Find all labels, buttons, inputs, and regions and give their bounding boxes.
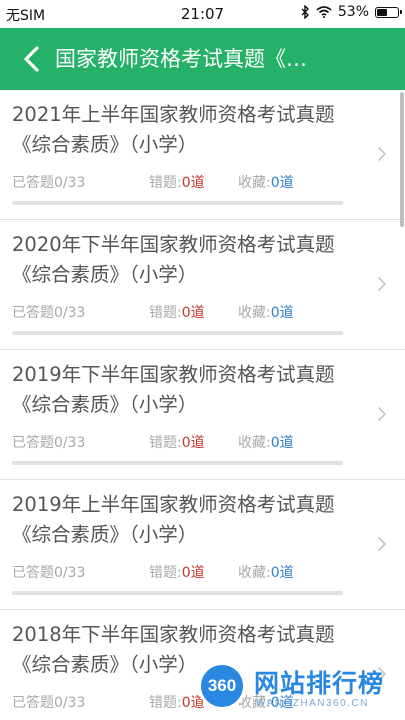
exam-list: 2021年上半年国家教师资格考试真题《综合素质》（小学） 已答题0/33 错题:… xyxy=(0,90,405,720)
favorite-count: 0道 xyxy=(270,175,294,191)
wrong-label: 错题: xyxy=(149,565,182,581)
chevron-right-icon xyxy=(378,147,386,161)
wrong-stat: 错题:0道 xyxy=(149,562,205,582)
list-item[interactable]: 2020年下半年国家教师资格考试真题《综合素质》（小学） 已答题0/33 错题:… xyxy=(0,220,405,350)
scrollbar[interactable] xyxy=(400,92,404,227)
item-title: 2019年上半年国家教师资格考试真题《综合素质》（小学） xyxy=(12,493,335,546)
wrong-label: 错题: xyxy=(149,305,182,321)
wrong-label: 错题: xyxy=(149,695,182,711)
item-title: 2021年上半年国家教师资格考试真题《综合素质》（小学） xyxy=(12,103,335,156)
nav-bar: 国家教师资格考试真题《… xyxy=(0,28,405,90)
list-item[interactable]: 2019年下半年国家教师资格考试真题《综合素质》（小学） 已答题0/33 错题:… xyxy=(0,350,405,480)
answered-count: 已答题0/33 xyxy=(12,175,86,191)
progress-bar xyxy=(12,591,343,595)
wrong-label: 错题: xyxy=(149,175,182,191)
battery-icon xyxy=(375,6,402,18)
chevron-right-icon xyxy=(378,407,386,421)
wrong-stat: 错题:0道 xyxy=(149,302,205,322)
wrong-count: 0道 xyxy=(181,175,205,191)
favorite-label: 收藏: xyxy=(238,565,271,581)
bluetooth-icon xyxy=(301,5,309,19)
page-title: 国家教师资格考试真题《… xyxy=(55,47,307,71)
favorite-stat: 收藏:0道 xyxy=(238,562,294,582)
item-title: 2020年下半年国家教师资格考试真题《综合素质》（小学） xyxy=(12,233,335,286)
favorite-count: 0道 xyxy=(270,565,294,581)
wifi-icon xyxy=(316,6,332,18)
wrong-count: 0道 xyxy=(181,435,205,451)
favorite-count: 0道 xyxy=(270,435,294,451)
wrong-count: 0道 xyxy=(181,565,205,581)
wrong-stat: 错题:0道 xyxy=(149,432,205,452)
list-item[interactable]: 2019年上半年国家教师资格考试真题《综合素质》（小学） 已答题0/33 错题:… xyxy=(0,480,405,610)
status-right-group: 53% xyxy=(301,4,402,20)
answered-count: 已答题0/33 xyxy=(12,305,86,321)
answered-count: 已答题0/33 xyxy=(12,565,86,581)
progress-bar xyxy=(12,331,343,335)
answered-count: 已答题0/33 xyxy=(12,695,86,711)
progress-bar xyxy=(12,201,343,205)
favorite-label: 收藏: xyxy=(238,175,271,191)
status-bar: 无SIM 21:07 53% xyxy=(0,0,405,28)
wrong-label: 错题: xyxy=(149,435,182,451)
watermark-title: 网站排行榜 xyxy=(254,669,385,698)
favorite-label: 收藏: xyxy=(238,435,271,451)
chevron-left-icon[interactable] xyxy=(18,44,48,74)
battery-percent: 53% xyxy=(337,4,369,20)
favorite-stat: 收藏:0道 xyxy=(238,172,294,192)
list-item[interactable]: 2021年上半年国家教师资格考试真题《综合素质》（小学） 已答题0/33 错题:… xyxy=(0,90,405,220)
favorite-label: 收藏: xyxy=(238,305,271,321)
answered-count: 已答题0/33 xyxy=(12,435,86,451)
watermark-subtitle: WANGZHAN360.CN xyxy=(256,698,369,709)
chevron-right-icon xyxy=(378,277,386,291)
wrong-count: 0道 xyxy=(181,305,205,321)
favorite-stat: 收藏:0道 xyxy=(238,432,294,452)
item-title: 2019年下半年国家教师资格考试真题《综合素质》（小学） xyxy=(12,363,335,416)
chevron-right-icon xyxy=(378,537,386,551)
favorite-stat: 收藏:0道 xyxy=(238,302,294,322)
watermark: 360 网站排行榜 WANGZHAN360.CN xyxy=(192,656,402,718)
watermark-logo: 360 xyxy=(198,662,246,710)
progress-bar xyxy=(12,461,343,465)
favorite-count: 0道 xyxy=(270,305,294,321)
wrong-stat: 错题:0道 xyxy=(149,172,205,192)
